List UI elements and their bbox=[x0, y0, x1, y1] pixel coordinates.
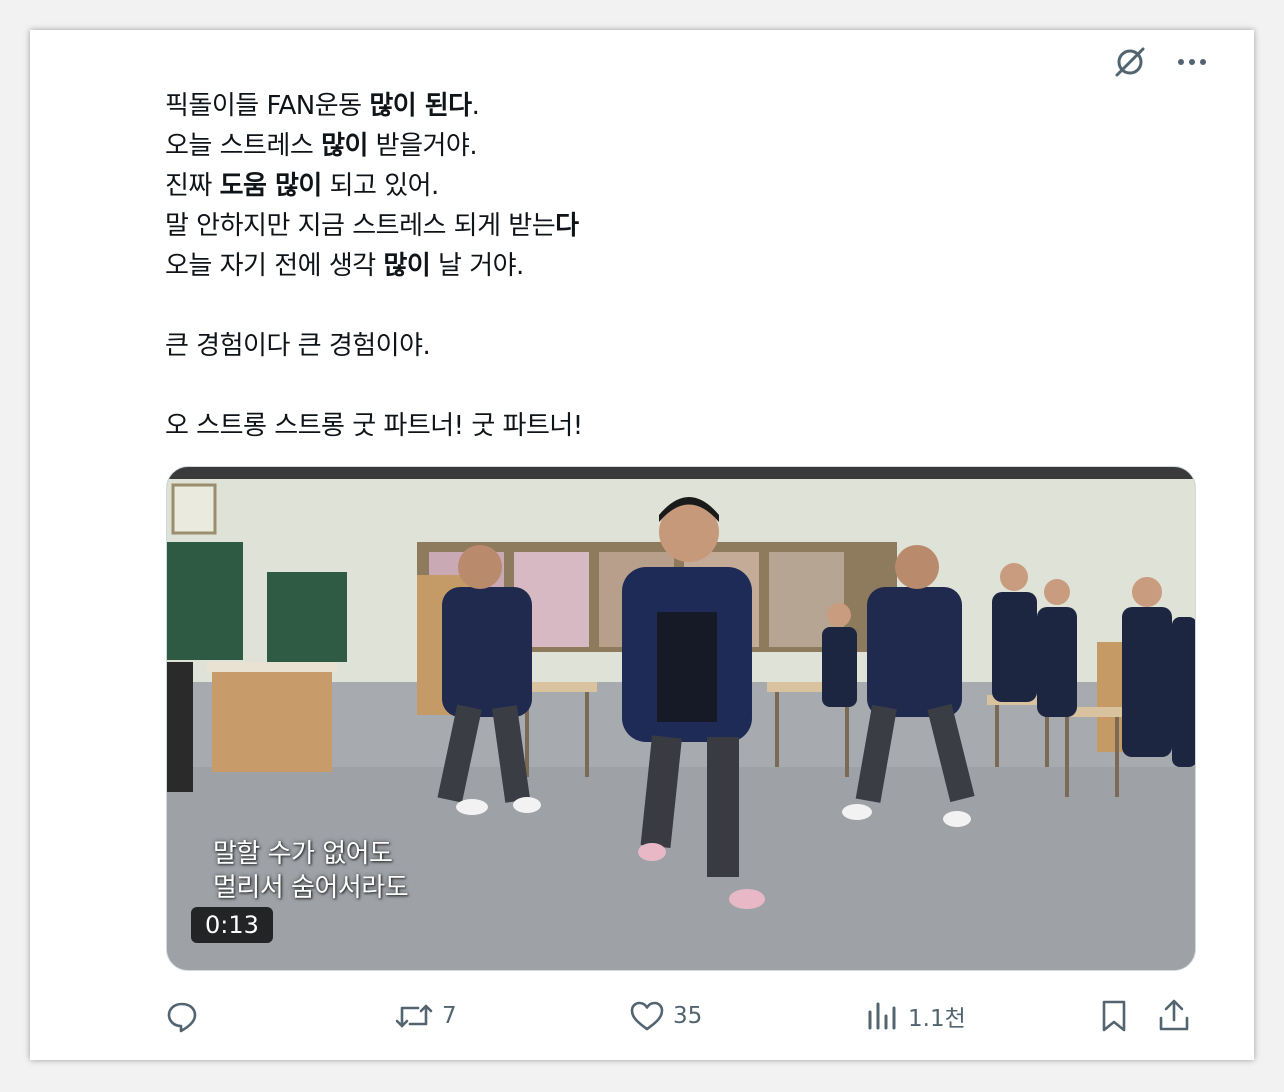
retweet-button[interactable]: 7 bbox=[394, 992, 457, 1040]
tweet-text-segment: 되고 있어. bbox=[321, 171, 440, 201]
video-duration-badge: 0:13 bbox=[191, 907, 273, 943]
tweet-text-segment: 진짜 bbox=[165, 171, 220, 201]
tweet-text-segment: 픽돌이들 FAN운동 bbox=[165, 91, 370, 121]
tweet-line: 오늘 스트레스 많이 받을거야. bbox=[165, 126, 1065, 166]
video-subtitle: 말할 수가 없어도 멀리서 숨어서라도 bbox=[213, 837, 409, 905]
views-icon bbox=[868, 1002, 896, 1030]
tweet-line: 오 스트롱 스트롱 굿 파트너! 굿 파트너! bbox=[165, 406, 1065, 446]
like-icon bbox=[630, 1001, 664, 1031]
views-count: 1.1천 bbox=[908, 1006, 966, 1032]
tweet-top-actions bbox=[1112, 44, 1210, 80]
views-button[interactable]: 1.1천 bbox=[864, 992, 966, 1040]
tweet-line: 픽돌이들 FAN운동 많이 된다. bbox=[165, 86, 1065, 126]
tweet-text-segment: 날 거야. bbox=[430, 251, 524, 281]
reply-button[interactable] bbox=[164, 992, 208, 1040]
subtitle-line-1: 말할 수가 없어도 bbox=[213, 839, 393, 869]
tweet-text-segment: 큰 경험이다 큰 경험이야. bbox=[165, 331, 431, 361]
tweet-bold-text: 많이 bbox=[383, 251, 431, 281]
bookmark-icon bbox=[1102, 1000, 1126, 1032]
tweet-text-segment: 오늘 스트레스 bbox=[165, 131, 322, 161]
tweet-text-segment: 오늘 자기 전에 생각 bbox=[165, 251, 384, 281]
tweet-line: 큰 경험이다 큰 경험이야. bbox=[165, 326, 1065, 366]
more-icon[interactable] bbox=[1174, 44, 1210, 80]
tweet-text-segment: . bbox=[471, 91, 480, 121]
tweet-line: 진짜 도움 많이 되고 있어. bbox=[165, 166, 1065, 206]
tweet-bold-text: 많이 bbox=[321, 131, 368, 161]
like-count: 35 bbox=[673, 1003, 703, 1029]
tweet-line: 말 안하지만 지금 스트레스 되게 받는다 bbox=[165, 206, 1065, 246]
tweet-action-bar: 7 35 1.1천 bbox=[164, 992, 1204, 1040]
grok-slash-icon[interactable] bbox=[1112, 44, 1148, 80]
tweet-bold-text: 다 bbox=[555, 211, 579, 241]
tweet-card: 픽돌이들 FAN운동 많이 된다. 오늘 스트레스 많이 받을거야. 진짜 도움 많… bbox=[30, 30, 1254, 1060]
reply-icon bbox=[167, 1002, 197, 1033]
retweet-count: 7 bbox=[442, 1003, 457, 1029]
bookmark-button[interactable] bbox=[1096, 992, 1132, 1040]
tweet-bold-text: 많이 된다 bbox=[369, 91, 472, 121]
tweet-bold-text: 도움 많이 bbox=[219, 171, 323, 201]
share-icon bbox=[1159, 999, 1189, 1031]
tweet-text: 픽돌이들 FAN운동 많이 된다. 오늘 스트레스 많이 받을거야. 진짜 도움 많… bbox=[165, 86, 1065, 446]
like-button[interactable]: 35 bbox=[629, 992, 702, 1040]
tweet-text-segment: 오 스트롱 스트롱 굿 파트너! 굿 파트너! bbox=[165, 411, 583, 441]
tweet-line: 오늘 자기 전에 생각 많이 날 거야. bbox=[165, 246, 1065, 286]
retweet-icon bbox=[395, 1004, 433, 1028]
share-button[interactable] bbox=[1156, 992, 1192, 1040]
tweet-text-segment: 말 안하지만 지금 스트레스 되게 받는 bbox=[165, 211, 556, 241]
video-player[interactable]: 말할 수가 없어도 멀리서 숨어서라도 0:13 bbox=[166, 466, 1196, 971]
subtitle-line-2: 멀리서 숨어서라도 bbox=[213, 873, 409, 903]
tweet-text-segment: 받을거야. bbox=[367, 131, 478, 161]
